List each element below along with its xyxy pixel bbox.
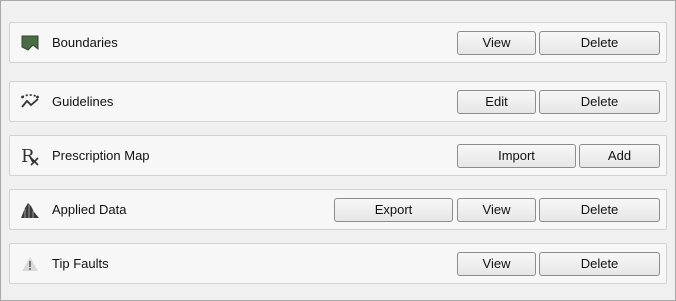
add-button[interactable]: Add [579, 144, 660, 168]
row-label: Prescription Map [52, 148, 150, 163]
warning-icon [20, 254, 40, 274]
row-label: Boundaries [52, 35, 118, 50]
applied-data-icon [20, 200, 40, 220]
delete-button[interactable]: Delete [539, 90, 660, 114]
row-boundaries: Boundaries View Delete [9, 22, 667, 63]
row-prescription-map: R Prescription Map Import Add [9, 135, 667, 176]
import-button[interactable]: Import [457, 144, 576, 168]
delete-button[interactable]: Delete [539, 198, 660, 222]
row-guidelines: Guidelines Edit Delete [9, 81, 667, 122]
data-panel: Boundaries View Delete Guidelines Edit D… [0, 0, 676, 301]
guideline-icon [20, 92, 40, 112]
view-button[interactable]: View [457, 198, 536, 222]
boundary-icon [20, 33, 40, 53]
delete-button[interactable]: Delete [539, 31, 660, 55]
delete-button[interactable]: Delete [539, 252, 660, 276]
row-tip-faults: Tip Faults View Delete [9, 243, 667, 284]
row-applied-data: Applied Data Export View Delete [9, 189, 667, 230]
row-label: Applied Data [52, 202, 127, 217]
row-label: Tip Faults [52, 256, 109, 271]
export-button[interactable]: Export [334, 198, 453, 222]
view-button[interactable]: View [457, 31, 536, 55]
prescription-icon: R [20, 146, 40, 167]
view-button[interactable]: View [457, 252, 536, 276]
edit-button[interactable]: Edit [457, 90, 536, 114]
row-label: Guidelines [52, 94, 114, 109]
